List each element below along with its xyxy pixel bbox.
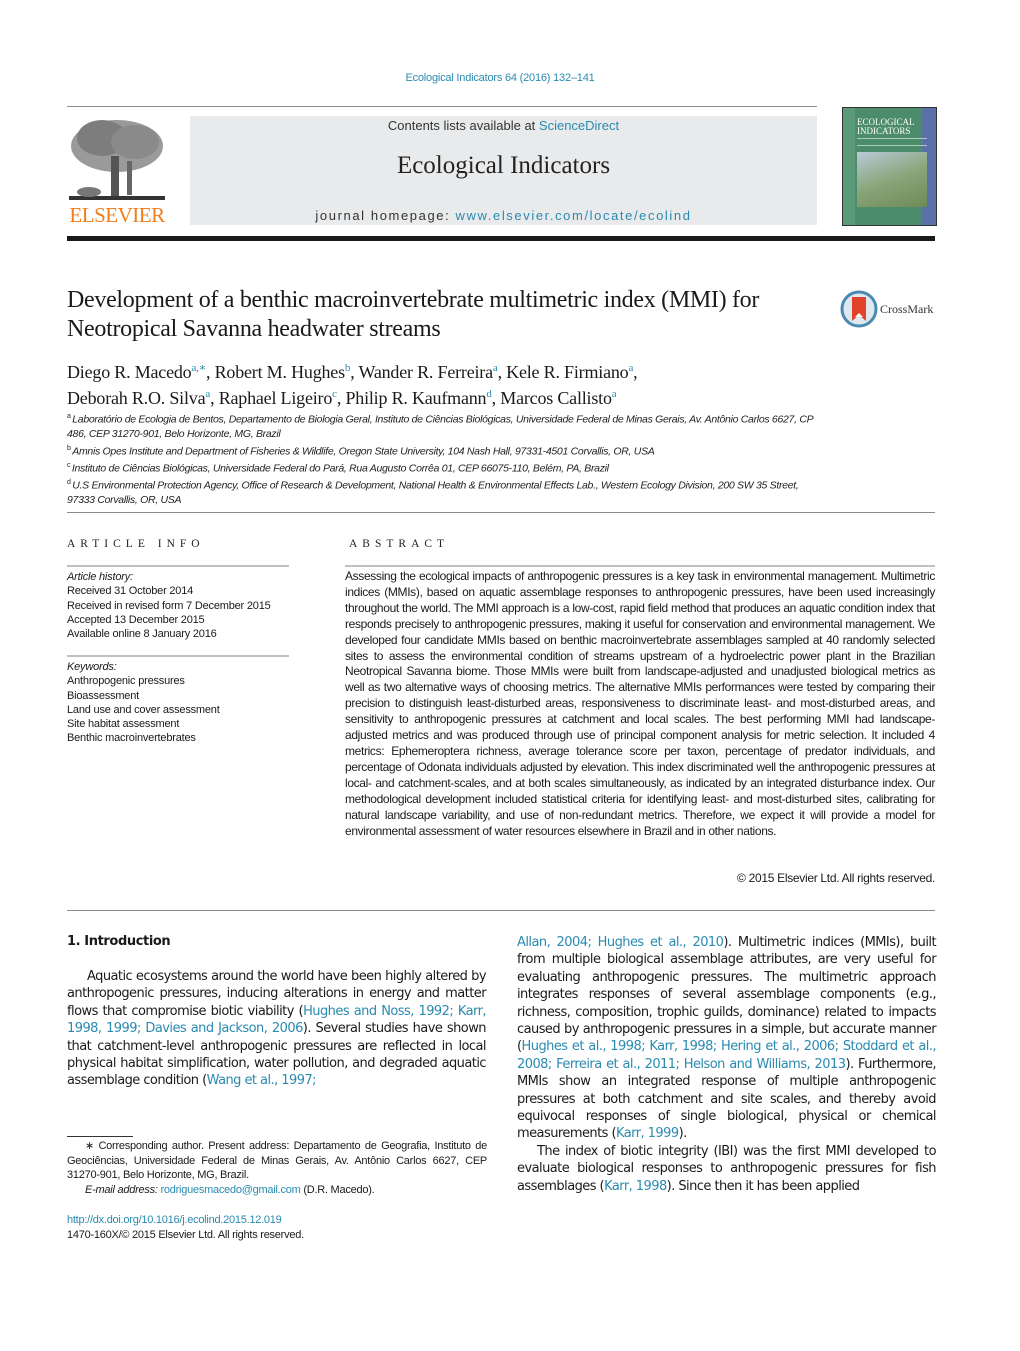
homepage-prefix: journal homepage:: [315, 208, 456, 223]
author-name[interactable]: Diego R. Macedo: [67, 362, 192, 382]
author-name[interactable]: Raphael Ligeiro: [219, 388, 333, 408]
crossmark-icon: [840, 290, 878, 328]
journal-homepage-link[interactable]: www.elsevier.com/locate/ecolind: [456, 208, 692, 223]
author-separator: ,: [210, 388, 219, 408]
citation-link[interactable]: Wang et al., 1997;: [207, 1073, 317, 1088]
history-item: Available online 8 January 2016: [67, 628, 217, 641]
crossmark-label: CrossMark: [880, 302, 934, 316]
affiliation-text: Instituto de Ciências Biológicas, Univer…: [71, 462, 609, 474]
doi-link[interactable]: http://dx.doi.org/10.1016/j.ecolind.2015…: [67, 1213, 487, 1228]
affiliation-item: d U.S Environmental Protection Agency, O…: [67, 476, 827, 508]
sciencedirect-link[interactable]: ScienceDirect: [539, 118, 619, 133]
abstract-rule: [345, 565, 935, 567]
header-thick-rule: [67, 236, 935, 241]
email-note: E-mail address: rodriguesmacedo@gmail.co…: [67, 1183, 487, 1198]
contents-prefix: Contents lists available at: [387, 118, 539, 133]
author-separator: ,: [497, 362, 507, 382]
email-label: E-mail address:: [85, 1183, 161, 1196]
citation-link[interactable]: Karr, 1998: [604, 1179, 667, 1194]
footnotes: ∗ Corresponding author. Present address:…: [67, 1139, 487, 1197]
keywords-rule: [67, 655, 289, 657]
header-rule: [67, 106, 817, 107]
crossmark-button[interactable]: CrossMark: [840, 290, 940, 330]
history-item: Received 31 October 2014: [67, 585, 194, 598]
journal-banner: Contents lists available at ScienceDirec…: [190, 116, 817, 225]
abstract-copyright: © 2015 Elsevier Ltd. All rights reserved…: [737, 871, 935, 885]
author-name[interactable]: Marcos Callisto: [500, 388, 612, 408]
elsevier-logo[interactable]: ELSEVIER: [67, 116, 167, 228]
elsevier-wordmark: ELSEVIER: [69, 203, 165, 227]
cover-title-line: INDICATORS: [857, 126, 911, 136]
keywords-label: Keywords:: [67, 661, 117, 673]
abstract-text: Assessing the ecological impacts of anth…: [345, 569, 935, 838]
author-name[interactable]: Robert M. Hughes: [215, 362, 345, 382]
cover-title: ECOLOGICAL INDICATORS: [857, 118, 915, 136]
citation-link[interactable]: Allan, 2004; Hughes et al., 2010: [517, 935, 724, 950]
email-suffix: (D.R. Macedo).: [300, 1183, 375, 1196]
footnote-rule: [67, 1136, 133, 1137]
history-label: Article history:: [67, 571, 133, 583]
history-item: Received in revised form 7 December 2015: [67, 599, 271, 612]
keyword-item: Bioassessment: [67, 689, 139, 702]
body-column-right: Allan, 2004; Hughes et al., 2010). Multi…: [517, 934, 937, 1195]
journal-cover-image[interactable]: ECOLOGICAL INDICATORS: [842, 107, 937, 226]
author-list: Diego R. Macedoa,∗, Robert M. Hughesb, W…: [67, 357, 827, 409]
affiliation-text: Amnis Opes Institute and Department of F…: [72, 445, 655, 457]
paragraph-text: ).: [678, 1126, 688, 1142]
paragraph: Aquatic ecosystems around the world have…: [67, 968, 487, 1090]
keyword-item: Land use and cover assessment: [67, 703, 220, 716]
contents-line: Contents lists available at ScienceDirec…: [190, 118, 817, 133]
paragraph: The index of biotic integrity (IBI) was …: [517, 1143, 937, 1195]
cover-subtitle: [857, 138, 927, 146]
doi-block: http://dx.doi.org/10.1016/j.ecolind.2015…: [67, 1213, 487, 1242]
affiliation-text: Laboratório de Ecologia de Bentos, Depar…: [67, 413, 813, 441]
article-history: Article history: Received 31 October 201…: [67, 570, 307, 641]
elsevier-tree-icon: [67, 116, 167, 204]
cover-photo: [857, 152, 927, 207]
cover-left-band: [843, 108, 855, 225]
author-name[interactable]: Wander R. Ferreira: [358, 362, 493, 382]
keyword-item: Benthic macroinvertebrates: [67, 732, 196, 745]
section-rule: [67, 512, 935, 513]
section-heading-introduction: 1. Introduction: [67, 934, 171, 949]
section-rule: [67, 910, 935, 911]
article-info-rule: [67, 565, 289, 567]
abstract-heading: ABSTRACT: [349, 538, 450, 550]
body-column-left: Aquatic ecosystems around the world have…: [67, 968, 487, 1090]
affiliation-item: c Instituto de Ciências Biológicas, Univ…: [67, 459, 827, 476]
article-title: Development of a benthic macroinvertebra…: [67, 287, 760, 342]
keyword-item: Anthropogenic pressures: [67, 675, 185, 688]
journal-citation[interactable]: Ecological Indicators 64 (2016) 132–141: [0, 72, 1000, 84]
author-name[interactable]: Philip R. Kaufmann: [345, 388, 486, 408]
paragraph-text: ). Since then it has been applied: [666, 1178, 860, 1194]
keyword-item: Site habitat assessment: [67, 718, 180, 731]
author-affiliation-marker[interactable]: a: [612, 388, 617, 400]
article-info-heading: ARTICLE INFO: [67, 538, 205, 550]
author-separator: ,: [205, 362, 215, 382]
homepage-line: journal homepage: www.elsevier.com/locat…: [190, 208, 817, 223]
affiliations: a Laboratório de Ecologia de Bentos, Dep…: [67, 410, 827, 507]
email-link[interactable]: rodriguesmacedo@gmail.com: [160, 1184, 300, 1196]
keywords: Keywords: Anthropogenic pressures Bioass…: [67, 660, 307, 746]
author-name[interactable]: Deborah R.O. Silva: [67, 388, 206, 408]
paragraph: Allan, 2004; Hughes et al., 2010). Multi…: [517, 934, 937, 1143]
corresponding-author-note: ∗ Corresponding author. Present address:…: [67, 1140, 487, 1181]
affiliation-text: U.S Environmental Protection Agency, Off…: [67, 479, 799, 506]
paragraph-text: ). Multimetric indices (MMIs), built fro…: [517, 935, 937, 1055]
journal-name: Ecological Indicators: [396, 152, 611, 179]
author-name[interactable]: Kele R. Firmiano: [506, 362, 628, 382]
author-separator: ,: [491, 388, 501, 408]
history-item: Accepted 13 December 2015: [67, 613, 205, 626]
author-separator: ,: [633, 362, 638, 382]
author-affiliation-marker[interactable]: a,∗: [191, 362, 206, 374]
issn-copyright: 1470-160X/© 2015 Elsevier Ltd. All right…: [67, 1228, 304, 1241]
affiliation-item: b Amnis Opes Institute and Department of…: [67, 442, 827, 459]
citation-link[interactable]: Karr, 1999: [616, 1126, 679, 1141]
affiliation-item: a Laboratório de Ecologia de Bentos, Dep…: [67, 410, 827, 442]
